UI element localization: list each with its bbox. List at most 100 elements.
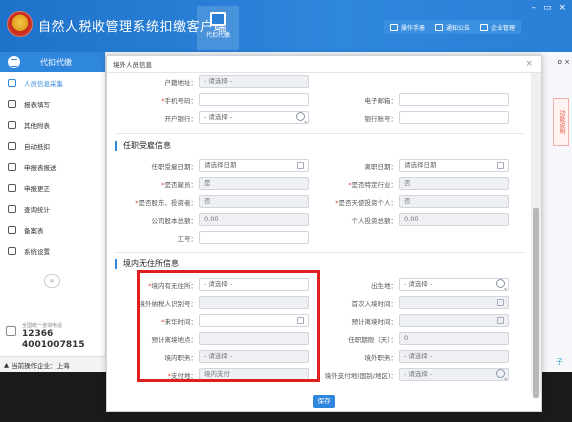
section-marker xyxy=(115,258,117,269)
collapse-button[interactable]: « xyxy=(44,274,60,288)
hire-date-picker[interactable]: 请选择日期 xyxy=(199,159,309,172)
tax-emblem-icon xyxy=(7,11,33,37)
is-employee-select[interactable]: 是 xyxy=(199,177,309,190)
term-label: 任职期限（天）： xyxy=(348,336,397,344)
dialog-scrollbar[interactable] xyxy=(531,73,541,398)
sidebar-item-submit[interactable]: 申报表报送 xyxy=(0,156,105,177)
foreign-payment-label: 境外支付地(国别/地区)： xyxy=(324,372,397,380)
bg-hint-text: 子 xyxy=(556,358,563,366)
search-icon[interactable] xyxy=(296,112,305,121)
menu-icon xyxy=(8,56,20,68)
search-icon xyxy=(8,183,16,192)
divider xyxy=(115,252,525,253)
close-icon[interactable]: × xyxy=(525,59,533,69)
foreign-tax-id-input[interactable] xyxy=(199,296,309,309)
building-icon xyxy=(480,23,489,31)
minimize-button[interactable]: – xyxy=(531,3,536,13)
sidebar-item-personnel[interactable]: 人员信息采集 xyxy=(0,72,105,93)
save-button[interactable]: 保存 xyxy=(313,395,335,408)
mobile-label: *手机号码： xyxy=(161,97,197,105)
user-icon: ▲ xyxy=(4,360,12,369)
send-icon xyxy=(8,162,16,171)
company-link[interactable]: 企业管理 xyxy=(480,23,515,32)
sidebar-item-report-fill[interactable]: 报表填写 xyxy=(0,93,105,114)
mobile-input[interactable] xyxy=(199,93,309,106)
bg-tab-close[interactable]: o × xyxy=(558,58,570,66)
close-window-button[interactable]: × xyxy=(558,3,566,13)
sidebar-item-filing[interactable]: 备案表 xyxy=(0,219,105,240)
arrival-label: *来华时间： xyxy=(161,318,197,326)
notice-link[interactable]: 通知公告 xyxy=(435,23,470,32)
bank-label: 开户银行： xyxy=(164,115,198,123)
sidebar-item-correction[interactable]: 申报更正 xyxy=(0,177,105,198)
first-entry-picker[interactable] xyxy=(399,296,509,309)
grid-icon xyxy=(8,120,16,129)
birthplace-label: 出生地： xyxy=(371,282,397,290)
search-icon[interactable] xyxy=(496,279,505,288)
document-icon xyxy=(210,12,226,26)
hotline: 全国统一咨询电话 12366 4001007815 xyxy=(6,322,101,351)
capital-input[interactable]: 0.00 xyxy=(199,213,309,226)
section-employment: 任职受雇信息 xyxy=(115,140,171,151)
tab-withholding[interactable]: 代扣代缴 xyxy=(197,6,239,50)
first-entry-label: 首次入境时间： xyxy=(351,300,398,308)
employee-no-input[interactable] xyxy=(199,231,309,244)
dialog-body: 户籍地址： - 请选择 - *手机号码： 电子邮箱： 开户银行： - 请选择 -… xyxy=(107,73,533,381)
dialog-title: 境外人员信息 xyxy=(107,56,541,73)
employee-no-label: 工号： xyxy=(177,235,198,243)
is-angel-label: *是否天使投资个人： xyxy=(335,199,397,207)
account-label: 银行账号： xyxy=(364,115,398,123)
sidebar-header[interactable]: 代扣代缴 xyxy=(0,52,105,72)
foreign-post-select[interactable]: - 请选择 - xyxy=(399,350,509,363)
edit-icon xyxy=(8,99,16,108)
gear-icon xyxy=(8,246,16,255)
sidebar-item-settings[interactable]: 系统设置 xyxy=(0,240,105,261)
account-input[interactable] xyxy=(399,111,509,124)
departure-plan-picker[interactable] xyxy=(399,314,509,327)
hire-date-label: 任职受雇日期： xyxy=(151,163,198,171)
departure-plan-label: 预计离境时间： xyxy=(351,318,398,326)
bank-select[interactable]: - 请选择 - xyxy=(199,111,309,124)
doc-icon xyxy=(8,225,16,234)
term-input[interactable]: 0 xyxy=(399,332,509,345)
help-float-button[interactable]: 功能说明 xyxy=(553,98,569,146)
domestic-post-label: 境内职务： xyxy=(164,354,198,362)
personal-invest-label: 个人投资总额： xyxy=(351,217,398,225)
sidebar-item-auto-deduct[interactable]: 自动抵扣 xyxy=(0,135,105,156)
arrival-picker[interactable] xyxy=(199,314,309,327)
payment-select[interactable]: 境内支付 xyxy=(199,368,309,381)
app-window: 自然人税收管理系统扣缴客户端 代扣代缴 操作手册 通知公告 企业管理 – ▭ ×… xyxy=(0,0,572,422)
email-label: 电子邮箱： xyxy=(364,97,398,105)
email-input[interactable] xyxy=(399,93,509,106)
is-angel-select[interactable]: 否 xyxy=(399,195,509,208)
manual-link[interactable]: 操作手册 xyxy=(390,23,425,32)
sidebar-item-other-tables[interactable]: 其他附表 xyxy=(0,114,105,135)
payment-label: *支付地： xyxy=(167,372,197,380)
residence-label: *境内有无住所： xyxy=(148,282,197,290)
search-icon[interactable] xyxy=(496,369,505,378)
book-icon xyxy=(390,23,398,31)
section-marker xyxy=(115,140,117,151)
scrollbar-thumb[interactable] xyxy=(533,208,539,398)
is-special-select[interactable]: 否 xyxy=(399,177,509,190)
is-shareholder-select[interactable]: 否 xyxy=(199,195,309,208)
foreign-payment-select[interactable]: - 请选择 - xyxy=(399,368,509,381)
foreign-tax-id-label: 境外纳税人识别号： xyxy=(138,300,198,308)
personal-invest-input[interactable]: 0.00 xyxy=(399,213,509,226)
leave-date-picker[interactable]: 请选择日期 xyxy=(399,159,509,172)
hotline-number: 4001007815 xyxy=(22,340,85,350)
domestic-post-select[interactable]: - 请选择 - xyxy=(199,350,309,363)
calendar-icon xyxy=(297,317,304,324)
current-company-status: ▲ 当前操作企业：上海 xyxy=(0,356,106,372)
maximize-button[interactable]: ▭ xyxy=(543,3,552,13)
capital-label: 公司股本总额： xyxy=(151,217,198,225)
mail-icon xyxy=(435,23,444,31)
foreign-post-label: 境外职务： xyxy=(364,354,398,362)
sidebar: 代扣代缴 人员信息采集 报表填写 其他附表 自动抵扣 申报表报送 申报更正 查询… xyxy=(0,52,106,372)
divider xyxy=(115,133,525,134)
household-address-select[interactable]: - 请选择 - xyxy=(199,75,309,88)
residence-select[interactable]: - 请选择 - xyxy=(199,278,309,291)
sidebar-item-statistics[interactable]: 查询统计 xyxy=(0,198,105,219)
birthplace-select[interactable]: - 请选择 - xyxy=(399,278,509,291)
leave-place-input[interactable] xyxy=(199,332,309,345)
